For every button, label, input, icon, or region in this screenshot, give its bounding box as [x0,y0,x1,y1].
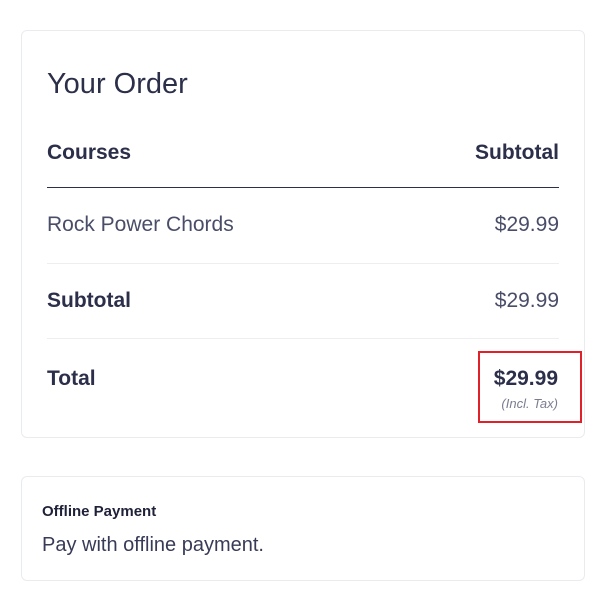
order-table-header: Courses Subtotal [47,141,559,188]
order-summary-card: Your Order Courses Subtotal Rock Power C… [21,30,585,438]
payment-method-card[interactable]: Offline Payment Pay with offline payment… [21,476,585,581]
order-item-row: Rock Power Chords $29.99 [47,187,559,264]
subtotal-row: Subtotal $29.99 [47,263,559,339]
courses-column-header: Courses [47,141,132,164]
subtotal-column-header: Subtotal [475,141,559,164]
payment-method-title: Offline Payment [42,503,157,520]
order-title: Your Order [47,68,188,100]
total-label: Total [47,367,96,390]
total-highlight-box: $29.99 (Incl. Tax) [478,351,582,423]
subtotal-label: Subtotal [47,288,131,312]
course-name: Rock Power Chords [47,213,234,236]
payment-method-description: Pay with offline payment. [42,534,264,556]
total-row: Total $29.99 (Incl. Tax) [47,351,582,423]
subtotal-value: $29.99 [494,288,559,312]
course-price: $29.99 [494,213,559,236]
total-value: $29.99 [493,367,558,390]
total-tax-note: (Incl. Tax) [501,396,558,412]
